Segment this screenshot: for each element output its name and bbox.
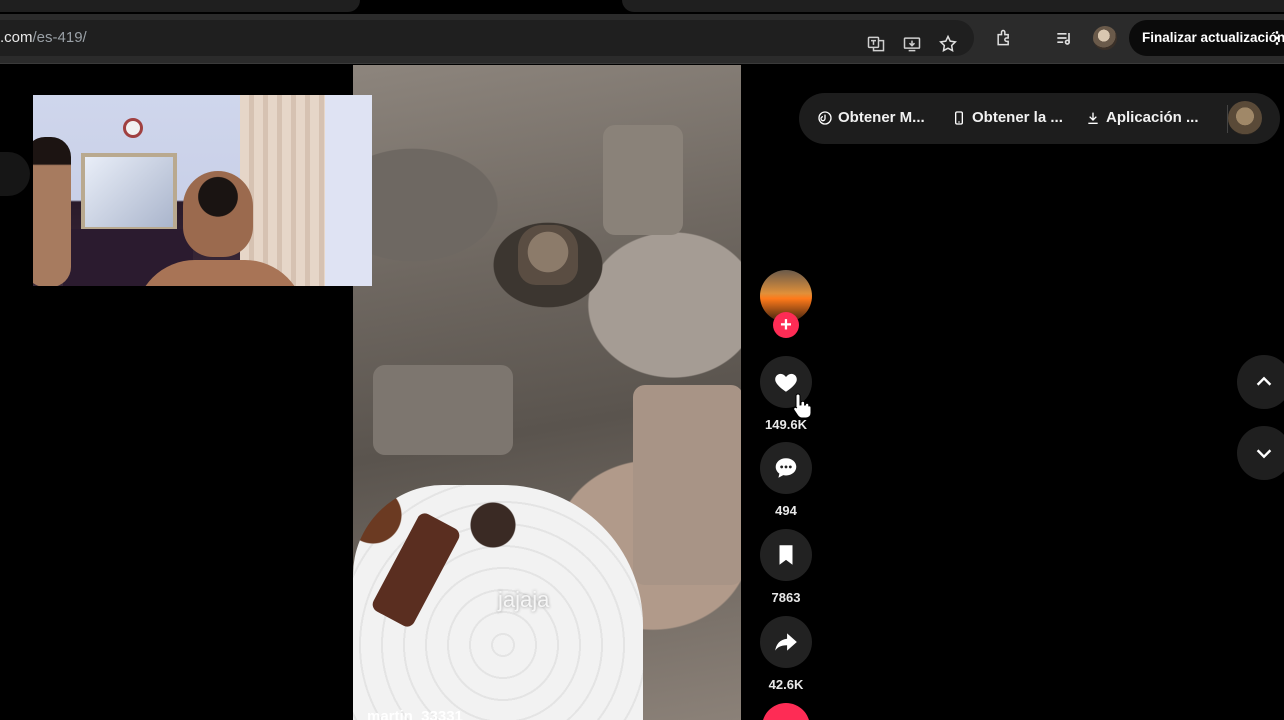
door (325, 95, 372, 286)
chevron-up-icon (1256, 376, 1272, 386)
url-text[interactable]: .com/es-419/ (0, 29, 87, 46)
download-app-button[interactable]: Aplicación ... (1085, 109, 1199, 126)
person-smiling (183, 171, 253, 257)
url-domain: .com (0, 29, 33, 46)
follow-button[interactable]: + (773, 312, 799, 338)
hand-cursor-icon (793, 393, 812, 419)
browser-toolbar: .com/es-419/ Finalizar actualización ⋮ (0, 14, 1284, 64)
person-left (33, 137, 71, 286)
coin-icon (818, 110, 832, 125)
install-app-icon[interactable] (901, 33, 923, 55)
bookmark-icon (779, 545, 793, 565)
comment-icon (775, 458, 797, 478)
bookmark-star-icon[interactable] (937, 33, 959, 55)
address-bar[interactable]: .com/es-419/ (0, 20, 974, 56)
profile-avatar[interactable] (1093, 26, 1117, 50)
extensions-icon[interactable] (993, 27, 1015, 49)
translate-icon[interactable] (865, 33, 887, 55)
get-coins-label: Obtener M... (838, 109, 925, 126)
share-button[interactable] (760, 616, 812, 668)
curtain (240, 95, 325, 286)
save-count: 7863 (771, 590, 801, 605)
side-nav-tab[interactable] (0, 152, 30, 196)
comment-button[interactable] (760, 442, 812, 494)
get-coins-button[interactable]: Obtener M... (817, 109, 925, 126)
next-video-button[interactable] (1237, 426, 1284, 480)
previous-video-button[interactable] (1237, 355, 1284, 409)
video-caption: jajaja (498, 587, 550, 612)
video-author[interactable]: martin_33331 (367, 708, 463, 720)
phone-icon (955, 110, 963, 125)
tab-strip (0, 0, 1284, 14)
update-button-label: Finalizar actualización (1142, 30, 1284, 45)
download-icon (1088, 112, 1098, 124)
video-player[interactable]: jajaja martin_33331 (353, 65, 741, 720)
get-app-label: Obtener la ... (972, 109, 1063, 126)
more-menu-icon[interactable]: ⋮ (1269, 28, 1284, 48)
url-path: /es-419/ (32, 29, 87, 46)
rock (603, 125, 683, 235)
share-count: 42.6K (768, 677, 804, 692)
rock (373, 365, 513, 455)
save-button[interactable] (760, 529, 812, 581)
tab-left[interactable] (0, 0, 360, 12)
like-count: 149.6K (765, 417, 807, 432)
tab-right[interactable] (622, 0, 1284, 12)
sound-disc[interactable] (762, 703, 810, 720)
chevron-down-icon (1256, 449, 1272, 459)
comment-count: 494 (775, 503, 797, 518)
update-button[interactable]: Finalizar actualización ⋮ (1129, 20, 1284, 56)
top-actions-bar: Obtener M... Obtener la ... Aplicación .… (799, 93, 1280, 144)
mirror (81, 153, 177, 231)
get-app-button[interactable]: Obtener la ... (951, 109, 1063, 126)
webcam-overlay (33, 95, 372, 286)
wall-clock (123, 118, 143, 138)
wildcat (518, 225, 578, 285)
user-avatar[interactable] (1228, 101, 1262, 135)
reading-list-icon[interactable] (1053, 27, 1075, 49)
rock (633, 385, 741, 585)
screen: .com/es-419/ Finalizar actualización ⋮ O… (0, 0, 1284, 720)
download-app-label: Aplicación ... (1106, 109, 1199, 126)
share-icon (775, 633, 797, 651)
